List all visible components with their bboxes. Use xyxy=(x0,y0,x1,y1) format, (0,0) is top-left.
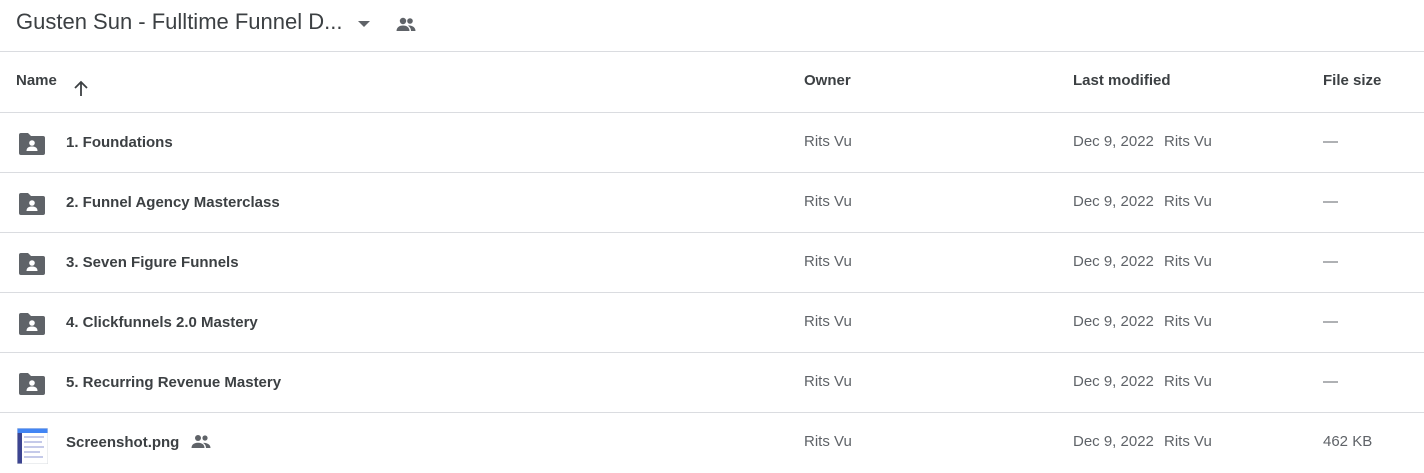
arrow-up-icon[interactable] xyxy=(72,80,90,98)
column-header-last-modified[interactable]: Last modified xyxy=(1073,46,1171,105)
shared-folder-icon xyxy=(19,133,45,155)
file-name[interactable]: 4. Clickfunnels 2.0 Mastery xyxy=(66,314,258,331)
file-name[interactable]: Screenshot.png xyxy=(66,434,179,451)
file-name[interactable]: 3. Seven Figure Funnels xyxy=(66,254,239,271)
file-row[interactable]: 1. Foundations Rits Vu Dec 9, 2022 Rits … xyxy=(0,113,1424,173)
file-modified-date: Dec 9, 2022 xyxy=(1073,133,1154,150)
file-name[interactable]: 1. Foundations xyxy=(66,134,173,151)
file-size: 462 KB xyxy=(1323,433,1373,450)
file-modified-date: Dec 9, 2022 xyxy=(1073,373,1154,390)
folder-title[interactable]: Gusten Sun - Fulltime Funnel D... xyxy=(16,9,342,35)
file-modified-by: Rits Vu xyxy=(1164,373,1212,390)
file-row[interactable]: Screenshot.png Rits Vu Dec 9, 2022 Rits … xyxy=(0,413,1424,473)
shared-people-icon xyxy=(191,435,211,448)
file-size: — xyxy=(1323,133,1338,150)
file-row[interactable]: 4. Clickfunnels 2.0 Mastery Rits Vu Dec … xyxy=(0,293,1424,353)
file-owner: Rits Vu xyxy=(804,133,852,150)
file-list: 1. Foundations Rits Vu Dec 9, 2022 Rits … xyxy=(0,113,1424,473)
file-owner: Rits Vu xyxy=(804,193,852,210)
file-row[interactable]: 5. Recurring Revenue Mastery Rits Vu Dec… xyxy=(0,353,1424,413)
shared-folder-icon xyxy=(19,313,45,335)
file-modified-date: Dec 9, 2022 xyxy=(1073,193,1154,210)
file-size: — xyxy=(1323,313,1338,330)
shared-folder-icon xyxy=(19,373,45,395)
file-modified-date: Dec 9, 2022 xyxy=(1073,313,1154,330)
file-owner: Rits Vu xyxy=(804,373,852,390)
shared-folder-icon xyxy=(19,193,45,215)
file-name[interactable]: 2. Funnel Agency Masterclass xyxy=(66,194,280,211)
file-owner: Rits Vu xyxy=(804,253,852,270)
file-modified-by: Rits Vu xyxy=(1164,133,1212,150)
file-modified-by: Rits Vu xyxy=(1164,433,1212,450)
file-modified-date: Dec 9, 2022 xyxy=(1073,253,1154,270)
file-owner: Rits Vu xyxy=(804,433,852,450)
file-size: — xyxy=(1323,193,1338,210)
file-modified-by: Rits Vu xyxy=(1164,253,1212,270)
image-thumbnail-icon xyxy=(17,428,48,464)
file-size: — xyxy=(1323,253,1338,270)
file-size: — xyxy=(1323,373,1338,390)
shared-people-icon[interactable] xyxy=(394,13,418,37)
file-modified-by: Rits Vu xyxy=(1164,313,1212,330)
column-header-file-size[interactable]: File size xyxy=(1323,46,1381,105)
column-header-row: Name Owner Last modified File size xyxy=(0,53,1424,113)
file-name[interactable]: 5. Recurring Revenue Mastery xyxy=(66,374,281,391)
file-owner: Rits Vu xyxy=(804,313,852,330)
column-header-owner[interactable]: Owner xyxy=(804,46,851,105)
file-row[interactable]: 3. Seven Figure Funnels Rits Vu Dec 9, 2… xyxy=(0,233,1424,293)
top-bar: Gusten Sun - Fulltime Funnel D... xyxy=(0,0,1424,52)
file-row[interactable]: 2. Funnel Agency Masterclass Rits Vu Dec… xyxy=(0,173,1424,233)
file-modified-by: Rits Vu xyxy=(1164,193,1212,210)
dropdown-caret-icon[interactable] xyxy=(356,18,372,30)
file-modified-date: Dec 9, 2022 xyxy=(1073,433,1154,450)
shared-folder-icon xyxy=(19,253,45,275)
column-header-name[interactable]: Name xyxy=(16,46,57,105)
